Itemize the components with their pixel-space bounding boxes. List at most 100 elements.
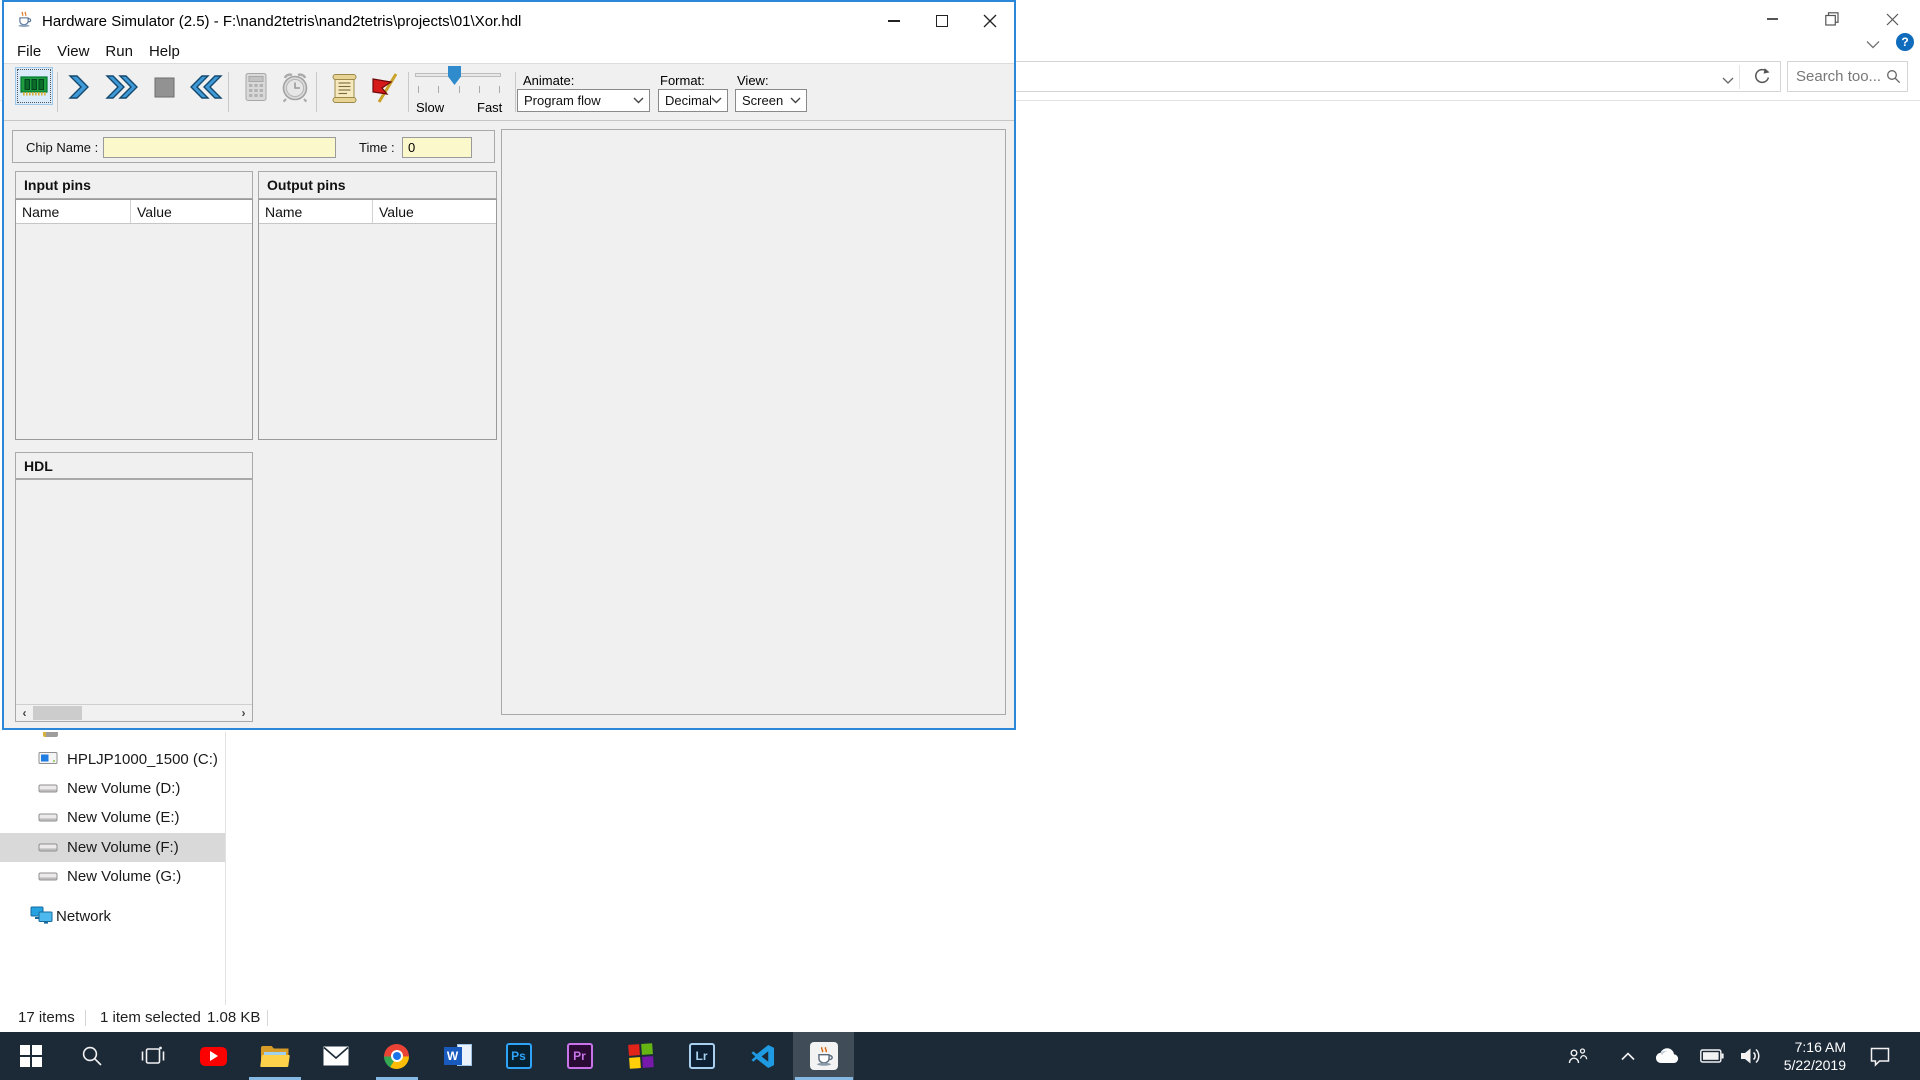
breakpoints-button[interactable] — [368, 70, 404, 106]
chevron-down-icon — [633, 97, 644, 104]
search-input[interactable]: Search too... — [1787, 61, 1908, 92]
chevron-down-icon — [790, 97, 801, 104]
sidebar-item-network[interactable]: Network — [0, 902, 225, 931]
single-step-button[interactable] — [65, 73, 93, 101]
hdl-horizontal-scrollbar[interactable]: ‹ › — [16, 704, 252, 721]
local-disk-icon — [38, 750, 58, 770]
windows-logo-icon — [20, 1045, 42, 1067]
minimize-icon — [888, 20, 900, 22]
taskbar-word-button[interactable]: W — [427, 1032, 488, 1080]
sidebar-item-drive-c[interactable]: HPLJP1000_1500 (C:) — [0, 745, 225, 774]
menu-run[interactable]: Run — [97, 43, 141, 60]
sidebar-divider — [225, 732, 226, 1005]
input-pins-table[interactable]: Name Value — [15, 199, 253, 440]
alarm-clock-icon — [280, 72, 310, 104]
column-header-name[interactable]: Name — [259, 200, 373, 223]
ribbon-expand-chevron[interactable] — [1866, 36, 1880, 54]
time-field[interactable] — [402, 137, 472, 158]
clock-button-disabled — [278, 71, 312, 105]
animate-select[interactable]: Program flow — [517, 89, 650, 112]
stop-icon — [154, 77, 175, 98]
sidebar-item-label: New Volume (E:) — [67, 809, 180, 826]
slider-fast-label: Fast — [477, 100, 502, 115]
reset-button[interactable] — [188, 73, 224, 101]
chip-name-row: Chip Name : Time : — [12, 130, 495, 163]
taskbar-youtube-button[interactable] — [183, 1032, 244, 1080]
simulator-minimize-button[interactable] — [870, 2, 918, 40]
taskbar-chrome-button[interactable] — [366, 1032, 427, 1080]
people-icon[interactable] — [1565, 1032, 1591, 1080]
taskbar: W Ps Pr Lr — [0, 1032, 1920, 1080]
stop-button[interactable] — [150, 73, 178, 101]
hidden-icons-chevron[interactable] — [1616, 1032, 1640, 1080]
format-label: Format: — [660, 73, 705, 88]
scroll-left-arrow-icon[interactable]: ‹ — [16, 705, 33, 721]
taskbar-mail-button[interactable] — [305, 1032, 366, 1080]
task-view-button[interactable] — [122, 1032, 183, 1080]
simulator-menu-bar: File View Run Help — [4, 40, 1014, 63]
toolbar-separator — [408, 72, 409, 112]
simulator-maximize-button[interactable] — [918, 2, 966, 40]
sidebar-item-drive-g[interactable]: New Volume (G:) — [0, 862, 225, 891]
explorer-restore-button[interactable] — [1816, 6, 1848, 32]
simulator-title-bar[interactable]: Hardware Simulator (2.5) - F:\nand2tetri… — [4, 2, 1014, 40]
taskbar-vscode-button[interactable] — [732, 1032, 793, 1080]
flag-icon — [370, 72, 402, 105]
run-button[interactable] — [104, 73, 140, 101]
format-select[interactable]: Decimal — [658, 89, 728, 112]
address-dropdown-chevron-icon[interactable] — [1722, 72, 1734, 90]
column-header-name[interactable]: Name — [16, 200, 131, 223]
youtube-icon — [200, 1047, 227, 1066]
toolbar-separator — [228, 72, 229, 112]
taskbar-java-simulator-button[interactable] — [793, 1032, 854, 1080]
output-pins-table[interactable]: Name Value — [258, 199, 497, 440]
hdl-view[interactable]: ‹ › — [15, 479, 253, 722]
volume-icon[interactable] — [1736, 1032, 1766, 1080]
calculator-button-disabled — [240, 71, 272, 103]
view-select[interactable]: Screen — [735, 89, 807, 112]
file-explorer-icon — [261, 1046, 289, 1067]
sidebar-item-drive-e[interactable]: New Volume (E:) — [0, 803, 225, 832]
scrollbar-thumb[interactable] — [33, 706, 82, 720]
clock-date: 5/22/2019 — [1768, 1056, 1846, 1074]
sidebar-item-drive-f[interactable]: New Volume (F:) — [0, 833, 225, 862]
input-pins-header: Name Value — [16, 200, 252, 224]
close-icon — [983, 14, 997, 28]
taskbar-lightroom-button[interactable]: Lr — [671, 1032, 732, 1080]
taskbar-file-explorer-button[interactable] — [244, 1032, 305, 1080]
window-title: Hardware Simulator (2.5) - F:\nand2tetri… — [42, 13, 521, 30]
script-scroll-icon — [331, 73, 358, 104]
sidebar-item-label: HPLJP1000_1500 (C:) — [67, 751, 218, 768]
explorer-minimize-button[interactable] — [1756, 6, 1788, 32]
start-button[interactable] — [0, 1032, 61, 1080]
onedrive-icon[interactable] — [1652, 1032, 1682, 1080]
scroll-right-arrow-icon[interactable]: › — [235, 705, 252, 721]
refresh-button[interactable] — [1752, 66, 1772, 91]
time-label: Time : — [359, 140, 395, 155]
column-header-value[interactable]: Value — [131, 200, 252, 223]
menu-file[interactable]: File — [9, 43, 49, 60]
load-script-button[interactable] — [328, 71, 360, 105]
search-icon[interactable] — [1886, 69, 1901, 84]
action-center-icon[interactable] — [1864, 1032, 1896, 1080]
help-button[interactable]: ? — [1896, 33, 1914, 51]
chip-name-field[interactable] — [103, 137, 336, 158]
taskbar-microsoft-app-button[interactable] — [610, 1032, 671, 1080]
taskbar-clock[interactable]: 7:16 AM 5/22/2019 — [1768, 1038, 1846, 1074]
taskbar-premiere-button[interactable]: Pr — [549, 1032, 610, 1080]
battery-icon[interactable] — [1697, 1032, 1727, 1080]
load-chip-button[interactable] — [15, 67, 53, 105]
close-icon — [1886, 13, 1899, 26]
simulator-close-button[interactable] — [966, 2, 1014, 40]
menu-view[interactable]: View — [49, 43, 97, 60]
sidebar-item-drive-d[interactable]: New Volume (D:) — [0, 774, 225, 803]
taskbar-photoshop-button[interactable]: Ps — [488, 1032, 549, 1080]
column-header-value[interactable]: Value — [373, 200, 496, 223]
explorer-close-button[interactable] — [1876, 6, 1908, 32]
toolbar-separator — [515, 72, 516, 112]
taskbar-search-button[interactable] — [61, 1032, 122, 1080]
output-pins-panel-title: Output pins — [258, 171, 497, 199]
speed-slider-thumb[interactable] — [448, 66, 461, 85]
mail-icon — [323, 1046, 349, 1066]
menu-help[interactable]: Help — [141, 43, 188, 60]
